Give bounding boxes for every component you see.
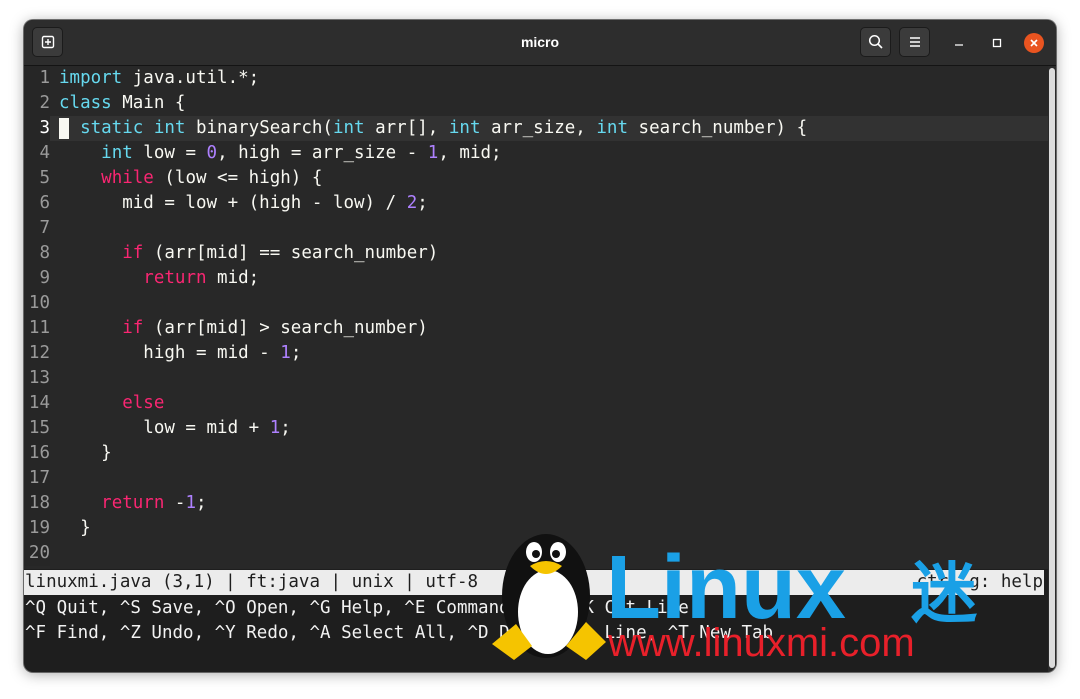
line-number: 3 [24, 116, 50, 141]
code-text: static int binarySearch(int arr[], int a… [80, 118, 808, 138]
minimize-icon [955, 44, 963, 46]
code-line[interactable]: 17 [24, 466, 1048, 491]
line-number: 15 [24, 416, 50, 441]
line-number: 4 [24, 141, 50, 166]
line-number: 7 [24, 216, 50, 241]
search-icon [868, 34, 883, 49]
code-line[interactable]: 3 static int binarySearch(int arr[], int… [24, 116, 1048, 141]
menu-button[interactable] [899, 27, 930, 57]
line-number: 8 [24, 241, 50, 266]
line-number: 9 [24, 266, 50, 291]
code-line[interactable]: 16 } [24, 441, 1048, 466]
code-line[interactable]: 9 return mid; [24, 266, 1048, 291]
status-file-info: linuxmi.java (3,1) | ft:java | unix | ut… [25, 572, 479, 592]
line-number: 10 [24, 291, 50, 316]
code-line[interactable]: 6 mid = low + (high - low) / 2; [24, 191, 1048, 216]
code-text: return mid; [143, 268, 260, 288]
minimize-button[interactable] [949, 33, 969, 53]
close-icon [1030, 39, 1038, 47]
code-line[interactable]: 11 if (arr[mid] > search_number) [24, 316, 1048, 341]
text-cursor [59, 118, 69, 139]
code-text: import java.util.*; [59, 68, 260, 88]
maximize-icon [992, 38, 1002, 48]
code-text: low = mid + 1; [59, 418, 291, 438]
watermark-url: www.linuxmi.com [607, 621, 915, 665]
code-editor[interactable]: 1 import java.util.*; 2 class Main { 3 stati… [24, 66, 1048, 569]
close-button[interactable] [1024, 33, 1044, 53]
code-text: if (arr[mid] > search_number) [122, 318, 428, 338]
code-line[interactable]: 4 int low = 0, high = arr_size - 1, mid; [24, 141, 1048, 166]
code-line[interactable]: 15 low = mid + 1; [24, 416, 1048, 441]
code-line[interactable]: 14 else [24, 391, 1048, 416]
code-text: class Main { [59, 93, 186, 113]
line-number: 13 [24, 366, 50, 391]
code-text: int low = 0, high = arr_size - 1, mid; [101, 143, 502, 163]
hamburger-menu-icon [909, 37, 920, 47]
code-text: } [59, 443, 112, 463]
search-button[interactable] [860, 27, 891, 57]
scrollbar-thumb[interactable] [1049, 68, 1055, 668]
code-text: } [59, 518, 91, 538]
line-number: 5 [24, 166, 50, 191]
code-text: high = mid - 1; [59, 343, 302, 363]
line-number: 20 [24, 541, 50, 566]
line-number: 1 [24, 66, 50, 91]
title-bar: micro [24, 20, 1056, 66]
code-line[interactable]: 18 return -1; [24, 491, 1048, 516]
code-text: mid = low + (high - low) / 2; [59, 193, 428, 213]
line-number: 14 [24, 391, 50, 416]
code-line[interactable]: 8 if (arr[mid] == search_number) [24, 241, 1048, 266]
line-number: 6 [24, 191, 50, 216]
code-text: return -1; [101, 493, 207, 513]
line-number: 11 [24, 316, 50, 341]
code-text: while (low <= high) { [101, 168, 323, 188]
watermark-brand-cjk: 迷 [911, 555, 977, 632]
linuxmi-watermark: Linux 迷 www.linuxmi.com [492, 534, 977, 665]
code-line[interactable]: 13 [24, 366, 1048, 391]
code-line[interactable]: 5 while (low <= high) { [24, 166, 1048, 191]
code-line[interactable]: 12 high = mid - 1; [24, 341, 1048, 366]
line-number: 16 [24, 441, 50, 466]
line-number: 19 [24, 516, 50, 541]
vertical-scrollbar[interactable] [1048, 66, 1056, 672]
code-line[interactable]: 2 class Main { [24, 91, 1048, 116]
line-number: 2 [24, 91, 50, 116]
code-line[interactable]: 10 [24, 291, 1048, 316]
code-line[interactable]: 1 import java.util.*; [24, 66, 1048, 91]
tux-penguin-icon [492, 534, 606, 660]
code-line[interactable]: 7 [24, 216, 1048, 241]
maximize-button[interactable] [987, 33, 1007, 53]
line-number: 12 [24, 341, 50, 366]
line-number: 18 [24, 491, 50, 516]
code-text: if (arr[mid] == search_number) [122, 243, 439, 263]
code-text: else [122, 393, 165, 413]
line-number: 17 [24, 466, 50, 491]
